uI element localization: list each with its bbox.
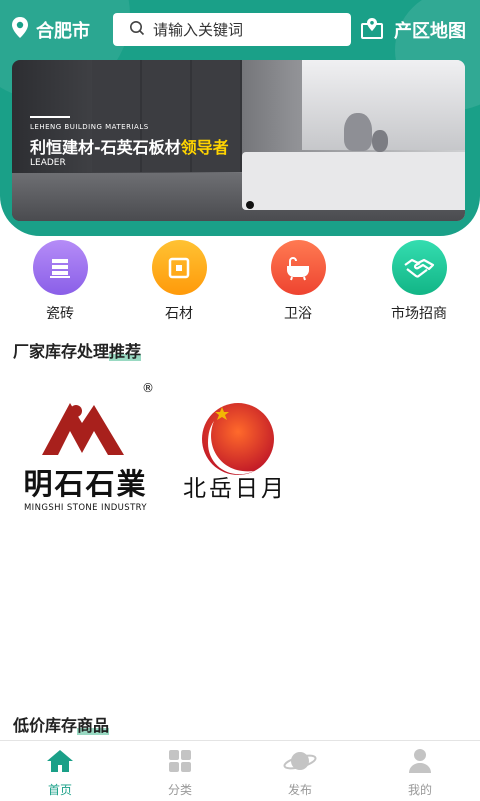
banner-headline-main: 利恒建材-石英石板材 [30, 138, 181, 157]
bottom-tab-bar: 首页 分类 发布 我的 [0, 740, 480, 801]
category-label: 卫浴 [284, 306, 312, 322]
tab-label: 我的 [407, 783, 432, 797]
tab-category[interactable]: 分类 [140, 747, 220, 798]
tab-mine[interactable]: 我的 [380, 747, 460, 798]
banner-bathtub [242, 152, 465, 210]
planet-icon [260, 747, 340, 775]
stone-square-icon [151, 240, 207, 295]
category-label: 瓷砖 [46, 306, 74, 322]
search-icon [129, 20, 145, 40]
tab-publish[interactable]: 发布 [260, 747, 340, 798]
category-label: 石材 [165, 306, 193, 322]
banner-rule [30, 116, 70, 118]
user-icon [380, 747, 460, 775]
brand-name: 北岳日月 [183, 476, 287, 502]
handshake-icon [391, 240, 447, 295]
section-title-stock: 厂家库存处理推荐 [13, 338, 141, 362]
brand-logo-mingshi[interactable]: ® 明石石業 MINGSHI STONE INDUSTRY [12, 381, 157, 525]
bathtub-icon [270, 240, 326, 295]
category-tile[interactable]: 卫浴 [258, 240, 338, 323]
brand-logo-beiyue[interactable]: 北岳日月 [174, 395, 296, 507]
registered-mark: ® [142, 381, 154, 395]
grid-icon [140, 747, 220, 775]
category-grid: 瓷砖 石材 卫浴 市场招商 [0, 240, 480, 323]
search-input[interactable]: 请输入关键词 [113, 13, 351, 46]
category-tile[interactable]: 石材 [139, 240, 219, 323]
section-title-prefix: 厂家库存处理 [13, 342, 110, 361]
brand-subtitle: MINGSHI STONE INDUSTRY [23, 503, 148, 513]
carousel-dot[interactable] [246, 201, 254, 209]
tab-home[interactable]: 首页 [20, 747, 100, 798]
city-selector[interactable]: 合肥市 [10, 14, 90, 46]
top-bar: 合肥市 请输入关键词 产区地图 [0, 10, 480, 50]
section-title-highlight: 商品 [77, 716, 110, 735]
region-map-button[interactable]: 产区地图 [360, 14, 466, 46]
promo-banner[interactable]: LEHENG BUILDING MATERIALS 利恒建材-石英石板材领导者 … [12, 60, 465, 221]
tile-stack-icon [32, 240, 88, 295]
tab-label: 首页 [47, 783, 72, 797]
banner-headline-highlight: 领导者 [180, 138, 229, 157]
home-icon [20, 747, 100, 775]
map-label: 产区地图 [394, 21, 466, 42]
banner-subtitle: LEHENG BUILDING MATERIALS [30, 123, 149, 131]
banner-vase [344, 113, 372, 151]
banner-headline: 利恒建材-石英石板材领导者 [30, 134, 229, 158]
tab-label: 分类 [167, 783, 192, 797]
map-icon [360, 16, 384, 45]
city-label: 合肥市 [36, 21, 90, 42]
category-tile[interactable]: 市场招商 [379, 240, 459, 323]
section-title-highlight: 推荐 [109, 342, 142, 361]
category-label: 市场招商 [391, 306, 447, 322]
section-title-prefix: 低价库存 [13, 716, 78, 735]
search-placeholder: 请输入关键词 [153, 21, 244, 39]
brand-name: 明石石業 [23, 467, 148, 501]
tab-label: 发布 [287, 783, 312, 797]
section-title-lowprice: 低价库存商品 [13, 712, 109, 736]
location-pin-icon [10, 16, 30, 45]
category-tile[interactable]: 瓷砖 [20, 240, 100, 323]
banner-vase [372, 130, 388, 152]
banner-tagline: LEADER [30, 158, 66, 168]
